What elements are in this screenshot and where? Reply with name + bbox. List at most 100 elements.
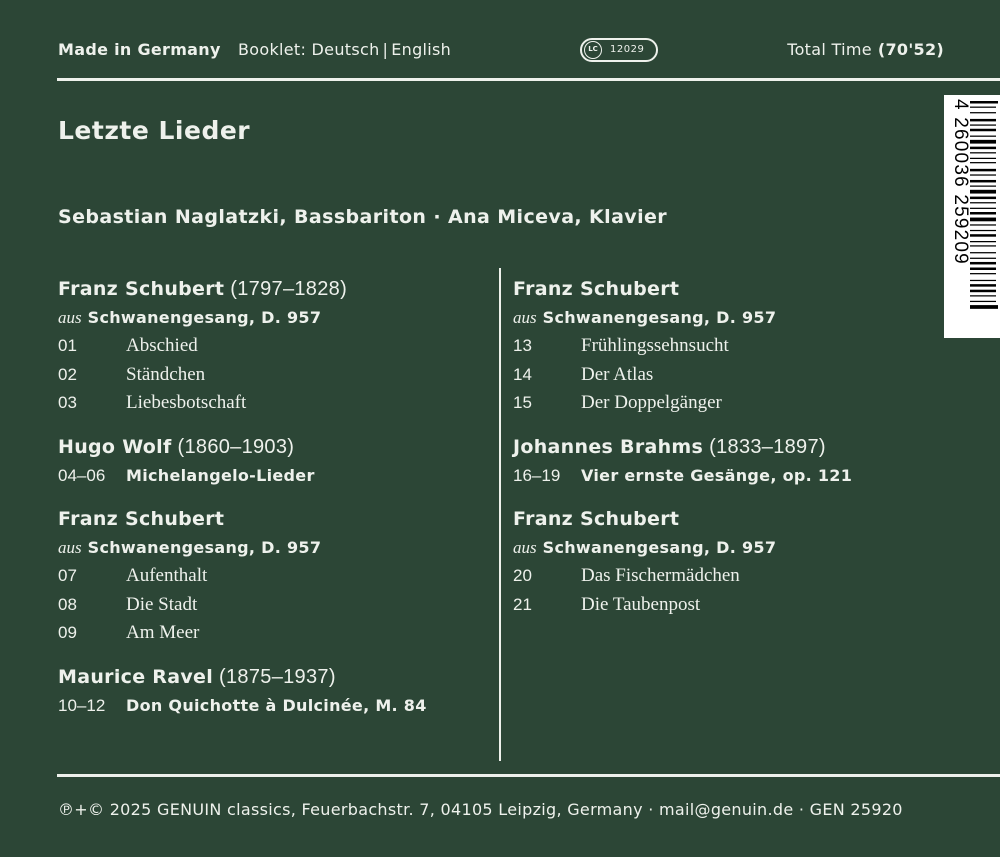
composer-heading: Hugo Wolf (1860–1903) xyxy=(58,434,488,462)
composer-block: Maurice Ravel (1875–1937) 10–12 Don Quichot… xyxy=(58,664,488,721)
composer-block: Franz Schubert aus Schwanengesang, D. 957 1… xyxy=(513,276,943,418)
barcode-bar xyxy=(970,185,996,187)
track-row: 03 Liebesbotschaft xyxy=(58,389,488,418)
track-title: Der Doppelgänger xyxy=(581,392,722,413)
barcode-bar xyxy=(970,152,996,154)
barcode-bar xyxy=(970,174,996,176)
barcode-bar xyxy=(970,101,998,104)
work-line: aus Schwanengesang, D. 957 xyxy=(513,304,943,332)
barcode-bar xyxy=(970,284,996,287)
total-time-value: (70'52) xyxy=(877,40,944,59)
track-title: Abschied xyxy=(126,335,198,356)
composer-dates: (1797–1828) xyxy=(230,278,348,300)
track-title: Frühlingssehnsucht xyxy=(581,335,729,356)
footer-copyright: ℗+© 2025 GENUIN classics, Feuerbachstr. … xyxy=(58,800,903,819)
barcode-bar xyxy=(970,245,996,247)
composer-name: Maurice Ravel xyxy=(58,665,214,688)
composer-heading: Johannes Brahms (1833–1897) xyxy=(513,434,943,462)
barcode-bar xyxy=(970,106,996,108)
barcode-bar xyxy=(970,257,996,259)
track-title: Liebesbotschaft xyxy=(126,392,247,413)
work-line: aus Schwanengesang, D. 957 xyxy=(58,304,488,332)
barcode-bar xyxy=(970,135,996,137)
lc-mark: LC xyxy=(584,41,602,59)
lc-number: 12029 xyxy=(610,44,645,55)
barcode-bar xyxy=(970,267,996,270)
track-row: 13 Frühlingssehnsucht xyxy=(513,332,943,361)
composer-block: Hugo Wolf (1860–1903) 04–06 Michelangelo-Li… xyxy=(58,434,488,491)
composer-heading: Franz Schubert (1797–1828) xyxy=(58,276,488,304)
track-number: 16–19 xyxy=(513,465,561,485)
composer-name: Franz Schubert xyxy=(513,508,680,530)
barcode-bar xyxy=(970,196,996,200)
barcode-bar xyxy=(970,146,996,150)
work-prefix: aus xyxy=(58,308,82,327)
bottom-rule xyxy=(57,774,1000,777)
performers: Sebastian Naglatzki, Bassbariton · Ana M… xyxy=(58,206,668,228)
track-row: 16–19 Vier ernste Gesänge, op. 121 xyxy=(513,462,943,491)
composer-name: Franz Schubert xyxy=(58,508,225,530)
barcode-bar xyxy=(970,157,996,159)
booklet-label: Booklet: Deutsch xyxy=(238,40,380,59)
barcode-bar xyxy=(970,289,996,293)
track-title: Am Meer xyxy=(126,622,200,643)
track-title: Das Fischermädchen xyxy=(581,565,740,586)
track-title: Der Atlas xyxy=(581,363,654,385)
work-prefix: aus xyxy=(513,538,537,557)
track-title: Ständchen xyxy=(126,363,206,385)
composer-heading: Franz Schubert xyxy=(513,506,943,534)
barcode-bar xyxy=(970,124,996,126)
track-number: 04–06 xyxy=(58,465,106,485)
track-number: 01 xyxy=(58,336,77,355)
barcode-bar xyxy=(970,273,996,275)
top-rule xyxy=(57,78,1000,81)
track-row: 10–12 Don Quichotte à Dulcinée, M. 84 xyxy=(58,692,488,721)
total-time: Total Time (70'52) xyxy=(787,40,944,59)
track-number: 10–12 xyxy=(58,695,106,715)
barcode-bar xyxy=(970,295,996,297)
barcode-bar xyxy=(970,212,996,215)
track-title: Vier ernste Gesänge, op. 121 xyxy=(581,465,853,485)
tracklist-right-column: Franz Schubert aus Schwanengesang, D. 957 1… xyxy=(513,276,943,635)
booklet-languages: Booklet: Deutsch | English xyxy=(238,40,451,59)
track-row: 15 Der Doppelgänger xyxy=(513,389,943,418)
work-prefix: aus xyxy=(58,538,82,557)
barcode-digits: 4 260036 259209 xyxy=(950,99,971,265)
barcode-bar xyxy=(970,179,996,183)
track-number: 02 xyxy=(58,364,77,384)
work-title: Schwanengesang, D. 957 xyxy=(542,308,777,327)
track-number: 07 xyxy=(58,566,77,585)
track-number: 21 xyxy=(513,594,532,614)
composer-name: Franz Schubert xyxy=(513,278,680,300)
work-title: Schwanengesang, D. 957 xyxy=(87,308,322,327)
track-number: 15 xyxy=(513,393,532,412)
barcode-bar xyxy=(970,112,996,114)
track-title: Don Quichotte à Dulcinée, M. 84 xyxy=(126,695,427,715)
total-time-label: Total Time xyxy=(787,40,872,59)
barcode-bar xyxy=(970,305,998,309)
barcode-bar xyxy=(970,189,996,194)
track-row: 09 Am Meer xyxy=(58,619,488,648)
composer-dates: (1860–1903) xyxy=(177,435,295,458)
work-title: Schwanengesang, D. 957 xyxy=(87,538,322,557)
barcode-bar xyxy=(970,224,996,226)
barcode-bar xyxy=(970,229,996,232)
track-row: 07 Aufenthalt xyxy=(58,562,488,591)
barcode-graphic: 4 260036 259209 xyxy=(950,99,998,309)
composer-name: Hugo Wolf xyxy=(58,435,172,458)
booklet-separator: | xyxy=(382,40,389,59)
track-row: 14 Der Atlas xyxy=(513,361,943,390)
track-row: 04–06 Michelangelo-Lieder xyxy=(58,462,488,491)
track-row: 01 Abschied xyxy=(58,332,488,361)
track-number: 20 xyxy=(513,566,532,585)
barcode-bar xyxy=(970,241,996,243)
composer-block: Franz Schubert (1797–1828) aus Schwanengesa… xyxy=(58,276,488,418)
track-row: 08 Die Stadt xyxy=(58,591,488,620)
work-title: Schwanengesang, D. 957 xyxy=(542,538,777,557)
track-number: 08 xyxy=(58,594,77,614)
composer-block: Johannes Brahms (1833–1897) 16–19 Vier erns… xyxy=(513,434,943,491)
composer-dates: (1833–1897) xyxy=(709,435,826,458)
barcode-bar xyxy=(970,168,996,172)
track-number: 14 xyxy=(513,364,532,384)
track-title: Die Stadt xyxy=(126,593,198,615)
